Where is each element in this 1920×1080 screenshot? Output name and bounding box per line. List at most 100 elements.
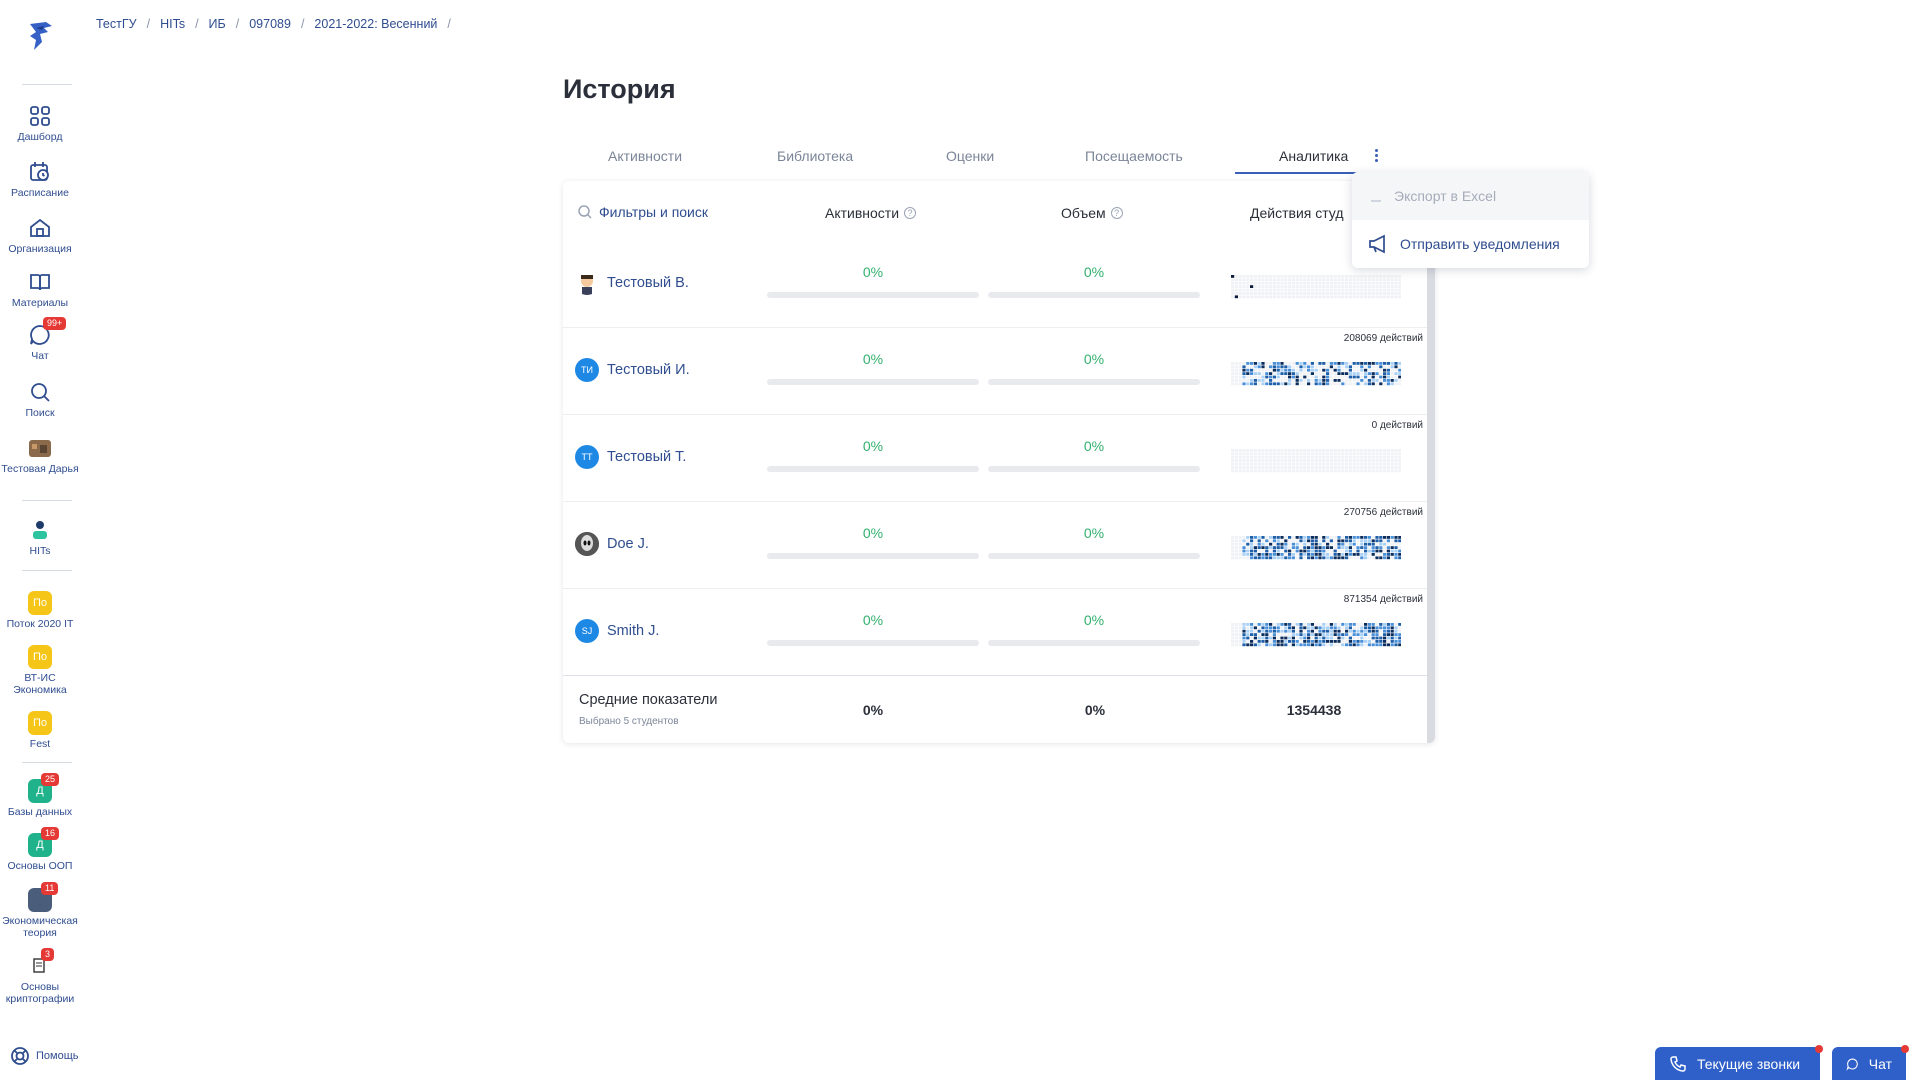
student-link[interactable]: ТИ Тестовый И. (575, 358, 690, 382)
sidebar-item-materials[interactable]: Материалы (0, 270, 80, 309)
heatmap-cell (1390, 281, 1394, 285)
heatmap-cell (1314, 281, 1318, 285)
sidebar-group-2[interactable]: По Fest (0, 711, 80, 750)
sidebar-group-0[interactable]: По Поток 2020 IT (0, 591, 80, 630)
heatmap-cell (1261, 372, 1265, 375)
heatmap-cell (1379, 643, 1383, 647)
search-filter[interactable]: Фильтры и поиск (577, 204, 708, 220)
heatmap-cell (1299, 281, 1303, 285)
heatmap-cell (1371, 278, 1375, 282)
heatmap-cell (1291, 542, 1295, 546)
breadcrumb-item[interactable]: HITs (160, 17, 185, 31)
help-icon[interactable]: ? (904, 207, 917, 219)
heatmap-cell (1284, 462, 1288, 466)
sidebar-item-hits[interactable]: HITs (0, 518, 80, 557)
breadcrumb-item[interactable]: ТестГУ (96, 17, 137, 31)
heatmap-cell (1318, 281, 1322, 285)
heatmap-cell (1253, 275, 1257, 278)
heatmap-cell (1284, 469, 1288, 473)
heatmap-cell (1238, 636, 1242, 640)
heatmap-cell (1322, 626, 1326, 630)
breadcrumb-item[interactable]: 2021-2022: Весенний (314, 17, 437, 31)
heatmap-cell (1341, 375, 1345, 379)
heatmap-cell (1352, 292, 1356, 295)
heatmap-cell (1250, 372, 1254, 375)
heatmap-cell (1314, 542, 1318, 546)
heatmap-cell (1272, 553, 1276, 556)
help-icon[interactable]: ? (1110, 207, 1123, 219)
tab-activities[interactable]: Активности (608, 148, 682, 164)
heatmap-cell (1276, 368, 1280, 372)
heatmap-cell (1356, 549, 1360, 553)
heatmap-cell (1310, 546, 1314, 549)
sidebar-item-organization[interactable]: Организация (0, 216, 80, 255)
heatmap-cell (1352, 455, 1356, 459)
sidebar-group-4[interactable]: Д 16 Основы ООП (0, 827, 80, 872)
more-options-icon[interactable] (1370, 147, 1382, 165)
heatmap-cell (1367, 375, 1371, 379)
breadcrumb-item[interactable]: ИБ (209, 17, 226, 31)
heatmap-cell (1348, 536, 1352, 539)
heatmap-cell (1280, 556, 1284, 560)
sidebar-item-chat[interactable]: 99+ Чат (0, 317, 80, 362)
tab-library[interactable]: Библиотека (777, 148, 853, 164)
current-calls-button[interactable]: Текущие звонки (1655, 1045, 1823, 1080)
heatmap-cell (1379, 623, 1383, 626)
heatmap-cell (1242, 623, 1246, 626)
heatmap-cell (1314, 459, 1318, 462)
sidebar-item-search[interactable]: Поиск (0, 380, 80, 419)
student-link[interactable]: ТТ Тестовый Т. (575, 445, 686, 469)
heatmap-cell (1345, 623, 1349, 626)
student-link[interactable]: Doe J. (575, 532, 649, 556)
heatmap-cell (1295, 449, 1299, 452)
heatmap-cell (1269, 281, 1273, 285)
heatmap-cell (1288, 636, 1292, 640)
sidebar-item-schedule[interactable]: Расписание (0, 160, 80, 199)
heatmap-cell (1360, 549, 1364, 553)
activity-heatmap[interactable] (1223, 447, 1401, 473)
sidebar-group-3[interactable]: Д 25 Базы данных (0, 773, 80, 818)
heatmap-cell (1269, 368, 1273, 372)
heatmap-cell (1231, 459, 1235, 462)
sidebar-divider (22, 84, 72, 85)
heatmap-cell (1356, 288, 1360, 292)
heatmap-cell (1303, 449, 1307, 452)
tab-attendance[interactable]: Посещаемость (1085, 148, 1183, 164)
heatmap-cell (1341, 636, 1345, 640)
heatmap-cell (1269, 462, 1273, 466)
sidebar-item-profile[interactable]: Тестовая Дарья (0, 436, 80, 475)
sidebar-item-dashboard[interactable]: Дашборд (0, 104, 80, 143)
student-link[interactable]: SJ Smith J. (575, 619, 659, 643)
activity-heatmap[interactable] (1223, 621, 1401, 647)
heatmap-cell (1333, 449, 1337, 452)
tab-grades[interactable]: Оценки (946, 148, 994, 164)
heatmap-cell (1272, 623, 1276, 626)
app-logo[interactable] (22, 18, 58, 54)
heatmap-cell (1269, 629, 1273, 633)
heatmap-cell (1337, 372, 1341, 375)
heatmap-cell (1295, 539, 1299, 543)
activity-heatmap[interactable] (1223, 534, 1401, 560)
sidebar-item-label: Материалы (11, 297, 69, 309)
help-button[interactable]: Помощь (10, 1046, 79, 1066)
heatmap-cell (1303, 365, 1307, 369)
breadcrumb-item[interactable]: 097089 (249, 17, 291, 31)
heatmap-cell (1265, 362, 1269, 365)
student-link[interactable]: Тестовый В. (575, 271, 689, 295)
heatmap-cell (1383, 375, 1387, 379)
tab-analytics[interactable]: Аналитика (1279, 148, 1348, 164)
sidebar-group-6[interactable]: 3 Основы криптографии (0, 948, 80, 1005)
heatmap-cell (1253, 553, 1257, 556)
chat-button[interactable]: Чат (1832, 1045, 1909, 1080)
heatmap-cell (1383, 449, 1387, 452)
send-notifications-item[interactable]: Отправить уведомления (1352, 220, 1589, 268)
heatmap-cell (1242, 285, 1246, 288)
activity-heatmap[interactable] (1223, 360, 1401, 386)
sidebar-group-1[interactable]: По ВТ-ИС Экономика (0, 645, 80, 696)
heatmap-cell (1360, 643, 1364, 647)
heatmap-cell (1341, 382, 1345, 386)
activity-heatmap[interactable] (1223, 273, 1401, 299)
heatmap-cell (1299, 539, 1303, 543)
sidebar-group-5[interactable]: 11 Экономическая теория (0, 882, 80, 939)
table-row: Тестовый В. 0% 0% (563, 241, 1427, 328)
